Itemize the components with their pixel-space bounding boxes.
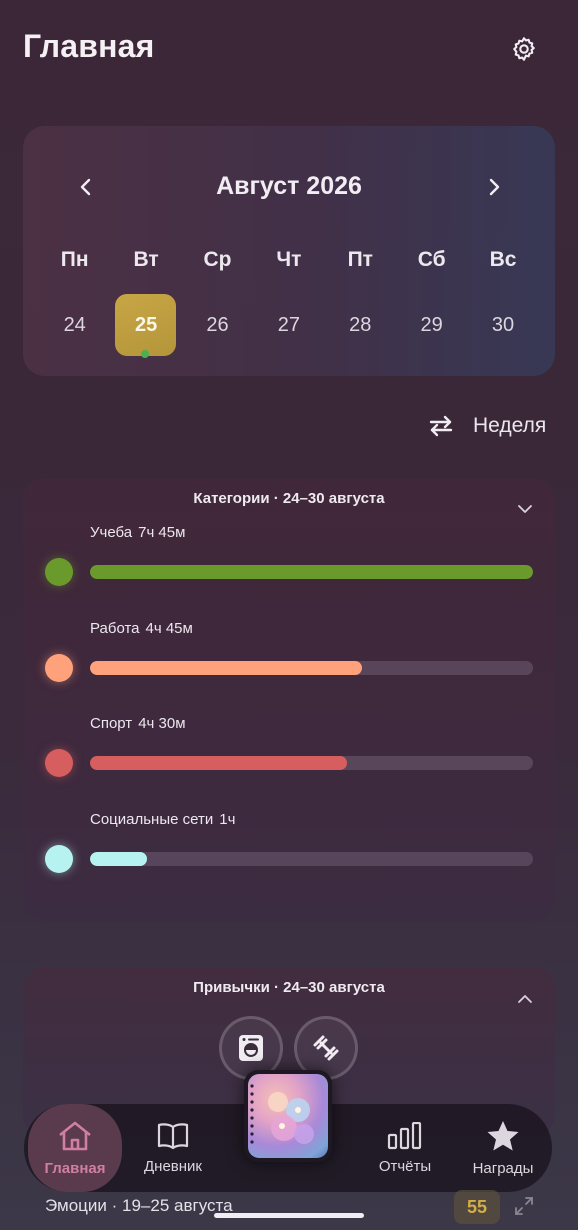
nav-label: Главная (44, 1159, 106, 1177)
category-color-dot (45, 654, 73, 682)
weekday-label: Ср (203, 248, 232, 271)
category-name: Социальные сети (90, 811, 214, 828)
calendar-day[interactable]: 24 (39, 294, 110, 356)
category-name: Работа (90, 620, 140, 637)
category-label: Спорт 4ч 30м (90, 715, 186, 732)
category-progress-track (90, 661, 533, 675)
chevron-down-icon (518, 505, 532, 513)
chevron-right-icon (489, 178, 500, 196)
day-number: 28 (349, 314, 372, 336)
category-color-dot (45, 558, 73, 586)
day-number: 27 (277, 314, 300, 336)
nav-item-rewards[interactable]: Награды (458, 1104, 548, 1192)
category-row[interactable]: Социальные сети 1ч (23, 811, 555, 891)
category-progress-fill (90, 852, 148, 866)
chevron-left-icon (80, 178, 91, 196)
settings-button[interactable] (508, 33, 540, 65)
diary-cover-icon (248, 1074, 328, 1158)
calendar-month-label: Август 2026 (216, 172, 362, 200)
category-row[interactable]: Работа 4ч 45м (23, 620, 555, 700)
weekday-label: Вс (489, 248, 517, 271)
habits-title: Привычки · 24–30 августа (193, 979, 385, 996)
nav-item-home[interactable]: Главная (28, 1104, 122, 1192)
nav-label: Отчёты (378, 1157, 432, 1175)
chevron-up-icon (518, 995, 532, 1003)
home-icon (59, 1121, 91, 1150)
category-row[interactable]: Спорт 4ч 30м (23, 715, 555, 795)
category-name: Учеба (90, 524, 133, 541)
star-icon (487, 1120, 519, 1150)
swap-arrows-icon (429, 415, 453, 437)
category-row[interactable]: Учеба 7ч 45м (23, 524, 555, 604)
category-duration: 4ч 30м (138, 715, 186, 732)
category-duration: 7ч 45м (138, 524, 186, 541)
category-label: Учеба 7ч 45м (90, 524, 185, 541)
emotions-score-badge: 55 (454, 1190, 500, 1224)
category-duration: 1ч (219, 811, 236, 828)
collapse-habits-button[interactable] (513, 987, 537, 1011)
diary-cover-button[interactable] (244, 1070, 332, 1162)
calendar-day[interactable]: 29 (396, 294, 467, 356)
category-progress-track (90, 756, 533, 770)
category-progress-track (90, 852, 533, 866)
calendar-day[interactable]: 30 (467, 294, 538, 356)
event-dot (141, 350, 150, 358)
calendar-day-selected[interactable]: 25 (110, 294, 181, 358)
weekday-label: Вт (133, 248, 159, 271)
calendar-day[interactable]: 28 (325, 294, 396, 356)
calendar-card: Август 2026 Пн Вт Ср Чт Пт Сб Вс 24 25 2… (23, 126, 555, 376)
calendar-day[interactable]: 27 (253, 294, 324, 356)
category-progress-track (90, 565, 533, 579)
day-row: 24 25 26 27 28 29 30 (39, 294, 539, 358)
category-color-dot (45, 845, 73, 873)
collapse-categories-button[interactable] (513, 497, 537, 521)
next-month-button[interactable] (479, 172, 509, 202)
day-number: 26 (206, 314, 229, 336)
book-icon (157, 1122, 189, 1149)
weekday-label: Пн (60, 248, 89, 271)
emotions-title: Эмоции · 19–25 августа (45, 1196, 233, 1215)
category-label: Социальные сети 1ч (90, 811, 235, 828)
category-progress-fill (90, 661, 362, 675)
weekday-label: Чт (276, 248, 302, 271)
washing-machine-icon (239, 1035, 263, 1061)
categories-title: Категории · 24–30 августа (193, 490, 385, 507)
category-label: Работа 4ч 45м (90, 620, 193, 637)
dumbbell-icon (313, 1035, 339, 1061)
weekday-label: Сб (417, 248, 446, 271)
page-title: Главная (23, 28, 155, 64)
home-indicator (214, 1213, 364, 1218)
prev-month-button[interactable] (71, 172, 101, 202)
nav-item-reports[interactable]: Отчёты (360, 1104, 450, 1192)
nav-item-diary[interactable]: Дневник (128, 1104, 218, 1192)
categories-card: Категории · 24–30 августа Учеба 7ч 45м Ра… (23, 479, 555, 921)
category-progress-fill (90, 565, 533, 579)
weekday-row: Пн Вт Ср Чт Пт Сб Вс (39, 248, 539, 272)
header: Главная (0, 0, 578, 100)
category-color-dot (45, 749, 73, 777)
calendar-day[interactable]: 26 (182, 294, 253, 356)
day-number: 29 (420, 314, 443, 336)
category-duration: 4ч 45м (145, 620, 193, 637)
nav-label: Дневник (144, 1157, 202, 1175)
emotions-row[interactable]: Эмоции · 19–25 августа 55 (0, 1186, 578, 1230)
gear-icon (513, 37, 535, 61)
view-toggle-label: Неделя (473, 414, 547, 437)
nav-label: Награды (472, 1159, 534, 1177)
category-name: Спорт (90, 715, 133, 732)
category-progress-fill (90, 756, 348, 770)
day-number: 30 (491, 314, 515, 336)
view-toggle-button[interactable]: Неделя (427, 410, 546, 442)
day-number: 25 (134, 314, 158, 336)
day-number: 24 (63, 314, 86, 336)
weekday-label: Пт (347, 248, 373, 271)
expand-icon[interactable] (512, 1194, 536, 1218)
bar-chart-icon (387, 1121, 422, 1149)
